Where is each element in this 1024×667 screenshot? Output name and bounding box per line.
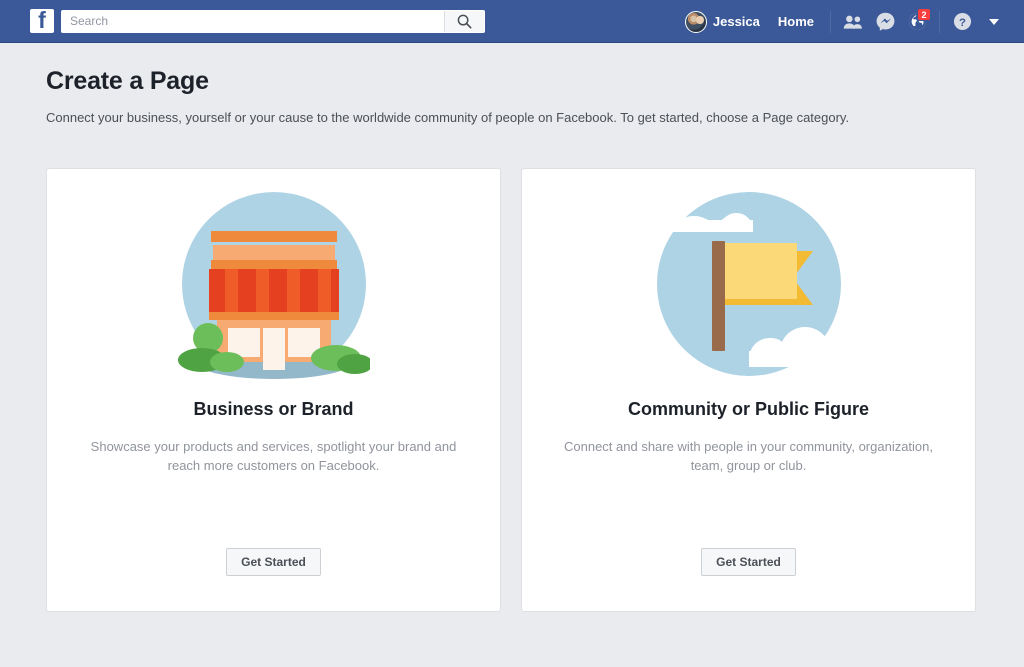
navbar-divider-2 (939, 10, 940, 33)
notifications-badge: 2 (917, 7, 931, 21)
facebook-logo-letter: f (38, 9, 46, 33)
card-description: Connect and share with people in your co… (563, 439, 934, 473)
svg-text:?: ? (959, 17, 966, 29)
card-business-or-brand[interactable]: Business or Brand Showcase your products… (46, 168, 501, 612)
page-title: Create a Page (46, 67, 209, 95)
messenger-button[interactable] (869, 8, 901, 36)
home-link[interactable]: Home (768, 8, 824, 36)
search-input[interactable] (62, 10, 444, 32)
avatar (684, 10, 707, 33)
messenger-icon (876, 12, 895, 31)
get-started-button-community[interactable]: Get Started (701, 548, 796, 576)
friend-requests-button[interactable] (837, 8, 869, 36)
search-bar[interactable] (61, 9, 485, 33)
top-navigation-bar: f Jessica Home (0, 0, 1024, 43)
get-started-button-business[interactable]: Get Started (226, 548, 321, 576)
facebook-logo[interactable]: f (30, 9, 54, 33)
navbar-right-cluster: Jessica Home 2 ? (677, 0, 1010, 43)
search-icon (457, 14, 472, 29)
help-icon: ? (953, 12, 972, 31)
search-button[interactable] (444, 10, 484, 32)
card-community-or-public-figure[interactable]: Community or Public Figure Connect and s… (521, 168, 976, 612)
account-caret-icon (989, 18, 999, 25)
flag-illustration (522, 169, 975, 399)
storefront-illustration (47, 169, 500, 399)
notifications-button[interactable]: 2 (901, 7, 933, 36)
card-title: Business or Brand (193, 399, 354, 419)
profile-link[interactable]: Jessica (677, 8, 768, 36)
account-menu-button[interactable] (978, 8, 1010, 36)
page-subtitle: Connect your business, yourself or your … (46, 110, 850, 125)
page-category-cards: Business or Brand Showcase your products… (46, 168, 978, 612)
card-description: Showcase your products and services, spo… (90, 439, 457, 473)
navbar-divider (830, 10, 831, 33)
help-button[interactable]: ? (946, 8, 978, 36)
friend-requests-icon (843, 14, 863, 30)
user-name-label: Jessica (712, 14, 760, 29)
create-page-content: Create a Page Connect your business, you… (0, 43, 1024, 612)
card-title: Community or Public Figure (627, 399, 869, 419)
